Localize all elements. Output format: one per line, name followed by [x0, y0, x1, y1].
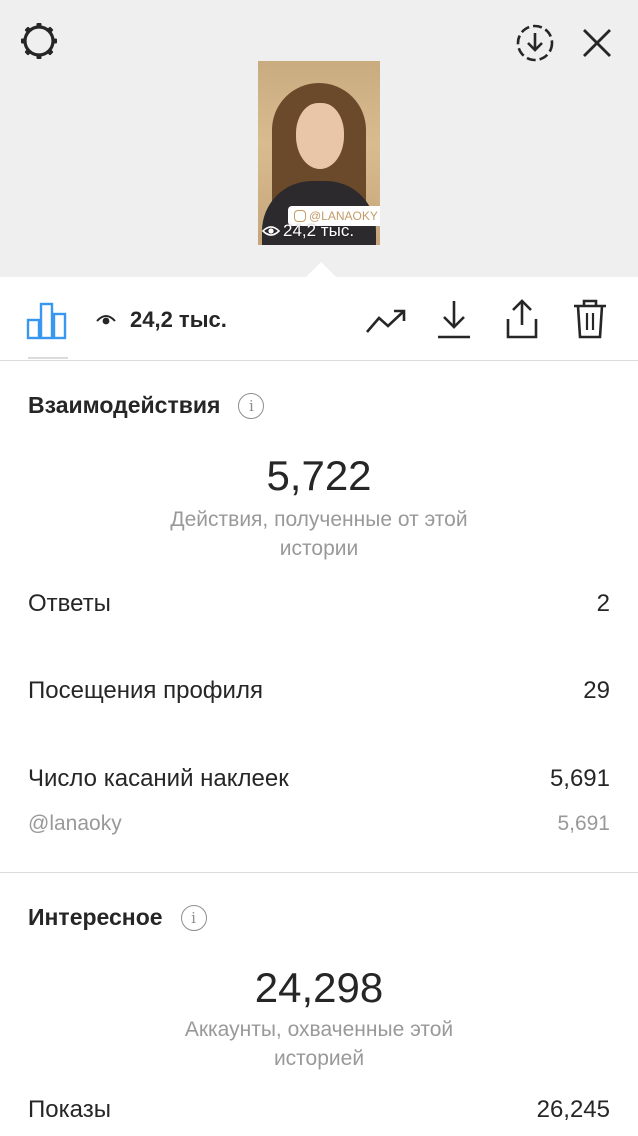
trending-up-icon	[366, 309, 406, 333]
sticker-detail-row: @lanaoky 5,691	[28, 812, 610, 836]
row-value: 2	[596, 590, 610, 617]
views-count-label: 24,2 тыс.	[130, 307, 227, 332]
row-value: 29	[583, 677, 610, 704]
interactions-caption: Действия, полученные от этой истории	[170, 508, 468, 560]
row-label: Ответы	[28, 590, 111, 617]
row-label: Посещения профиля	[28, 677, 263, 704]
insights-tab[interactable]	[22, 297, 72, 343]
sticker-detail-label: @lanaoky	[28, 812, 122, 835]
delete-button[interactable]	[566, 295, 614, 343]
trash-icon	[574, 299, 606, 339]
discovery-section-title: Интересное i	[28, 904, 207, 931]
bar-chart-icon	[26, 302, 67, 340]
interactions-title-text: Взаимодействия	[28, 392, 221, 418]
views-count: 24,2 тыс.	[96, 307, 227, 333]
discovery-caption: Аккаунты, охваченные этой историей	[184, 1018, 454, 1070]
download-button[interactable]	[430, 295, 478, 343]
gear-icon	[21, 23, 57, 59]
discovery-title-text: Интересное	[28, 904, 163, 930]
selection-pointer	[306, 262, 336, 277]
interactions-total: 5,722	[266, 452, 372, 499]
eye-icon	[96, 315, 116, 325]
sticker-detail-value: 5,691	[557, 812, 610, 835]
download-circle-icon	[516, 24, 554, 62]
row-value: 5,691	[549, 765, 610, 792]
discovery-total: 24,298	[254, 964, 384, 1011]
info-icon[interactable]: i	[180, 904, 207, 931]
story-image-face	[296, 103, 344, 169]
story-preview-header: @LANAOKY 24,2 тыс.	[0, 0, 638, 277]
row-value: 26,245	[536, 1096, 610, 1123]
insights-tab-indicator	[28, 357, 68, 359]
thumbnail-views: 24,2 тыс.	[262, 221, 354, 241]
row-label: Показы	[28, 1096, 111, 1123]
close-button[interactable]	[574, 20, 620, 66]
share-icon	[506, 299, 538, 339]
interaction-row-replies: Ответы 2	[28, 590, 610, 618]
download-icon	[438, 301, 470, 339]
save-story-button[interactable]	[512, 20, 558, 66]
interaction-row-sticker-taps: Число касаний наклеек 5,691	[28, 765, 610, 793]
share-button[interactable]	[498, 295, 546, 343]
story-thumbnail[interactable]: @LANAOKY 24,2 тыс.	[258, 61, 380, 245]
row-label: Число касаний наклеек	[28, 765, 289, 792]
settings-button[interactable]	[16, 18, 62, 64]
eye-icon	[262, 226, 280, 236]
section-divider	[0, 872, 638, 873]
interactions-section-title: Взаимодействия i	[28, 392, 265, 419]
story-toolbar: 24,2 тыс.	[0, 277, 638, 361]
discovery-row-impressions: Показы 26,245	[28, 1096, 610, 1124]
interaction-row-profile-visits: Посещения профиля 29	[28, 677, 610, 705]
info-icon[interactable]: i	[238, 392, 265, 419]
thumbnail-views-label: 24,2 тыс.	[283, 221, 355, 240]
promote-button[interactable]	[362, 299, 410, 343]
close-icon	[583, 29, 611, 57]
